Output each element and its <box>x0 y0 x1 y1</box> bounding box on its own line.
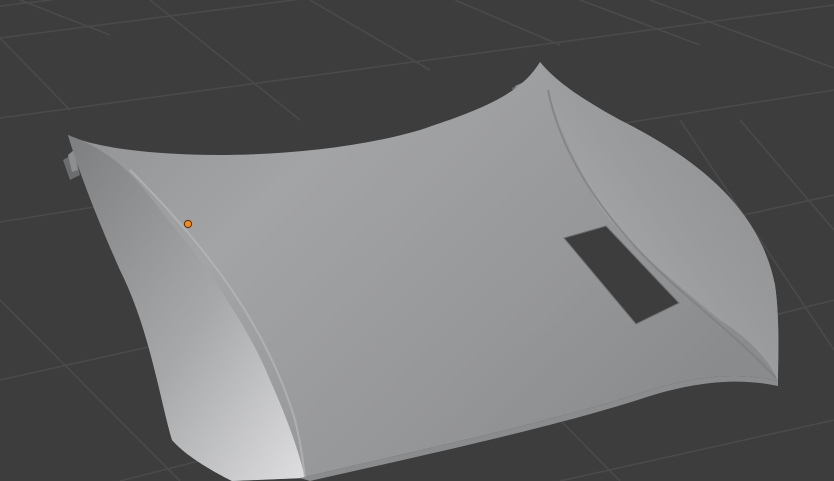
viewport-canvas[interactable] <box>0 0 834 481</box>
3d-viewport[interactable] <box>0 0 834 481</box>
object-origin-dot[interactable] <box>183 219 193 229</box>
car-hood-mesh[interactable] <box>68 62 779 481</box>
